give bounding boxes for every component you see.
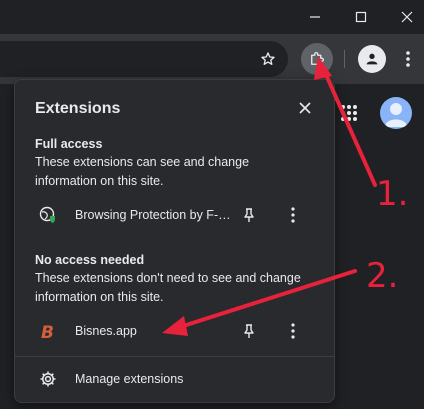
- pin-extension-button[interactable]: [241, 323, 257, 339]
- extension-name: Browsing Protection by F-Secure: [75, 208, 231, 222]
- maximize-icon: [355, 11, 367, 23]
- profile-button[interactable]: [358, 45, 386, 73]
- close-icon: [401, 11, 413, 23]
- pin-icon: [244, 324, 254, 338]
- extension-name: Bisnes.app: [75, 324, 137, 338]
- close-window-button[interactable]: [384, 0, 424, 34]
- full-access-title: Full access: [35, 137, 103, 151]
- close-icon: [299, 102, 311, 114]
- pin-icon: [244, 208, 254, 222]
- extension-row-bisnes-app[interactable]: B Bisnes.app: [15, 316, 334, 346]
- no-access-title: No access needed: [35, 253, 145, 267]
- star-icon: [261, 52, 275, 65]
- puzzle-icon: [311, 52, 324, 65]
- account-avatar[interactable]: [380, 97, 412, 129]
- more-vert-icon: [406, 51, 410, 67]
- panel-divider: [15, 356, 334, 357]
- toolbar-divider: [344, 50, 345, 68]
- full-access-description: These extensions can see and change info…: [35, 155, 250, 188]
- svg-text:B: B: [41, 323, 54, 340]
- extensions-panel: Extensions Full access These extensions …: [14, 79, 335, 403]
- manage-extensions-button[interactable]: Manage extensions: [15, 362, 334, 396]
- maximize-button[interactable]: [338, 0, 384, 34]
- panel-title: Extensions: [35, 100, 121, 117]
- panel-close-button[interactable]: [297, 100, 313, 116]
- gear-icon: [39, 370, 57, 388]
- extension-row-browsing-protection[interactable]: Browsing Protection by F-Secure: [15, 200, 334, 230]
- apps-grid-icon: [341, 105, 357, 121]
- more-vert-icon: [291, 323, 295, 339]
- address-bar[interactable]: [0, 41, 288, 77]
- title-bar: [0, 0, 424, 34]
- extensions-button[interactable]: [301, 43, 333, 75]
- minimize-button[interactable]: [292, 0, 338, 34]
- chrome-menu-button[interactable]: [398, 45, 418, 73]
- minimize-icon: [310, 16, 320, 18]
- globe-shield-icon: [39, 206, 57, 224]
- annotation-step-1: 1.: [376, 174, 409, 214]
- no-access-description: These extensions don't need to see and c…: [35, 271, 301, 304]
- bisnes-logo-icon: B: [39, 322, 57, 343]
- extension-more-button[interactable]: [285, 206, 301, 224]
- manage-extensions-label: Manage extensions: [75, 372, 184, 386]
- extension-more-button[interactable]: [285, 322, 301, 340]
- profile-icon: [366, 53, 378, 65]
- pin-extension-button[interactable]: [241, 207, 257, 223]
- annotation-step-2: 2.: [366, 256, 399, 296]
- avatar-icon: [385, 103, 407, 127]
- google-apps-button[interactable]: [340, 104, 358, 127]
- more-vert-icon: [291, 207, 295, 223]
- browser-toolbar: [0, 34, 424, 84]
- bookmark-star-button[interactable]: [258, 49, 278, 69]
